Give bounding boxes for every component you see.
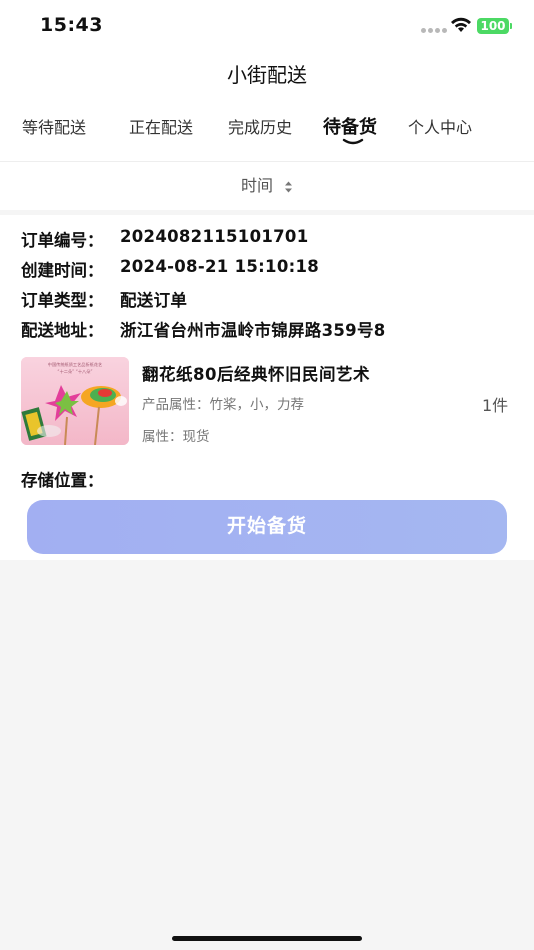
sort-label: 时间: [240, 176, 273, 195]
field-value: 浙江省台州市温岭市锦屏路359号8: [120, 321, 386, 340]
field-value: 2024-08-21 15:10:18: [120, 257, 320, 276]
field-label: 订单类型：: [21, 291, 104, 310]
home-indicator[interactable]: [172, 936, 362, 941]
thumb-caption-2: “十二朵” “十八朵”: [57, 368, 92, 375]
sort-arrows-icon: [285, 181, 293, 192]
tab-pending-stock[interactable]: 待备货: [323, 113, 377, 139]
field-value: 配送订单: [120, 291, 188, 310]
top-section: 15:43 100 小街配送 等待配送 正在配送 完成历史 待备货 个人中心: [0, 0, 534, 162]
product-stock-status: 属性：现货: [142, 429, 210, 445]
sort-by-time[interactable]: 时间: [0, 162, 534, 210]
page-title: 小街配送: [227, 63, 307, 87]
status-time: 15:43: [40, 14, 103, 36]
wifi-icon: [451, 17, 471, 32]
product-image: 中国传统纸质工艺品折纸花艺 “十二朵” “十八朵”: [21, 357, 129, 445]
product-attributes: 产品属性：竹桨，小，力荐: [142, 397, 304, 413]
thumb-caption-1: 中国传统纸质工艺品折纸花艺: [48, 361, 102, 368]
active-tab-indicator: [342, 138, 364, 145]
status-bar: 15:43 100: [0, 0, 534, 50]
field-label: 订单编号：: [21, 231, 104, 250]
product-item[interactable]: 中国传统纸质工艺品折纸花艺 “十二朵” “十八朵” 翻花纸80后经典怀旧民间艺术: [0, 357, 534, 467]
tab-personal-center[interactable]: 个人中心: [408, 114, 472, 138]
tab-history[interactable]: 完成历史: [228, 114, 292, 138]
tab-bar: 等待配送 正在配送 完成历史 待备货 个人中心: [0, 100, 534, 162]
tab-waiting-delivery[interactable]: 等待配送: [22, 114, 86, 138]
start-stocking-button[interactable]: 开始备货: [27, 500, 507, 554]
product-thumbnail[interactable]: 中国传统纸质工艺品折纸花艺 “十二朵” “十八朵”: [21, 357, 129, 445]
created-time-row: 创建时间： 2024-08-21 15:10:18: [0, 253, 534, 283]
order-type-row: 订单类型： 配送订单: [0, 283, 534, 313]
cellular-dots-icon: [421, 28, 447, 33]
tab-delivering[interactable]: 正在配送: [129, 114, 193, 138]
field-value: 2024082115101701: [120, 227, 309, 246]
product-name: 翻花纸80后经典怀旧民间艺术: [142, 365, 370, 384]
product-quantity: 1件: [482, 396, 509, 415]
delivery-address-row: 配送地址： 浙江省台州市温岭市锦屏路359号8: [0, 313, 534, 343]
storage-location-label: 存储位置：: [21, 471, 104, 490]
field-label: 配送地址：: [21, 321, 104, 340]
field-label: 创建时间：: [21, 261, 104, 280]
battery-indicator: 100: [477, 18, 509, 34]
battery-cap: [510, 23, 512, 29]
screen: 15:43 100 小街配送 等待配送 正在配送 完成历史 待备货 个人中心 时…: [0, 0, 534, 950]
order-card: 订单编号： 2024082115101701 创建时间： 2024-08-21 …: [0, 215, 534, 560]
order-number-row: 订单编号： 2024082115101701: [0, 223, 534, 253]
